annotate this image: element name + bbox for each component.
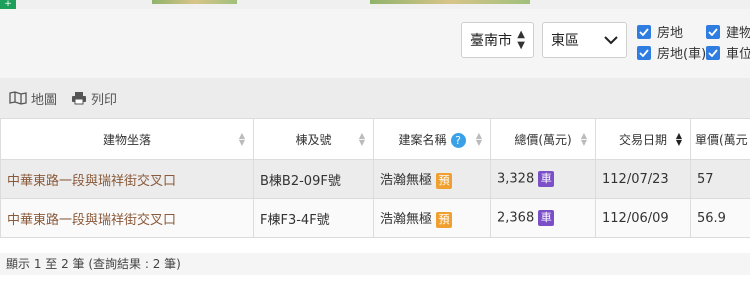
column-header-label: 交易日期 — [618, 132, 667, 147]
column-header-label: 建物坐落 — [102, 132, 151, 147]
table-row[interactable]: 中華東路一段與瑞祥街交叉口 B棟B2-09F號 浩瀚無極預 3,328 車 112… — [0, 159, 750, 199]
sort-caret-icon: ▲ ▼ — [517, 29, 525, 51]
print-button[interactable]: 列印 — [71, 89, 117, 108]
district-select[interactable]: 東區 — [542, 22, 627, 58]
sort-icon: ▲ ▼ — [580, 131, 587, 147]
date-cell: 112/07/23 — [595, 159, 691, 199]
checkbox-label: 房地(車) — [657, 47, 707, 62]
project-cell: 浩瀚無極預 — [373, 198, 491, 238]
checkbox-label: 建物 — [726, 26, 750, 41]
unit-price-cell: 56.9 — [690, 198, 750, 238]
column-header-unit-price[interactable]: 單價(萬元 — [690, 118, 750, 160]
top-strip: + — [0, 0, 750, 9]
chevron-down-icon — [604, 35, 618, 44]
checkbox-building[interactable]: 建物 — [706, 22, 750, 41]
project-cell: 浩瀚無極預 — [373, 159, 491, 199]
address-cell[interactable]: 中華東路一段與瑞祥街交叉口 — [0, 198, 254, 238]
help-icon[interactable]: ? — [450, 132, 466, 148]
column-header-project[interactable]: 建案名稱? ▲ ▼ — [373, 118, 491, 160]
price-value: 2,368 — [497, 210, 535, 226]
parking-badge: 車 — [538, 171, 555, 187]
checkbox-house-land-parking[interactable]: 房地(車) — [637, 43, 706, 62]
unit-cell: F棟F3-4F號 — [253, 198, 374, 238]
parking-badge: 車 — [538, 210, 555, 226]
city-select[interactable]: 臺南市 ▲ ▼ — [461, 22, 534, 58]
column-header-label: 棟及號 — [295, 132, 332, 147]
checkbox-house-land[interactable]: 房地 — [637, 22, 683, 41]
column-header-unit[interactable]: 棟及號 ▲ ▼ — [253, 118, 374, 160]
column-header-label: 建案名稱 — [398, 132, 447, 147]
column-header-label: 總價(萬元) — [514, 132, 572, 147]
city-select-value: 臺南市 — [470, 33, 512, 49]
column-header-label: 單價(萬元 — [695, 132, 748, 147]
transaction-table: 建物坐落 ▲ ▼ 棟及號 ▲ ▼ 建案名稱? ▲ ▼ 總價(萬元) ▲ ▼ 交易日期 ▲ ▼ 單價(… — [0, 118, 750, 238]
pre-sale-badge: 預 — [436, 172, 453, 189]
map-button[interactable]: 地圖 — [9, 89, 57, 108]
district-select-value: 東區 — [551, 33, 579, 49]
filter-bar: 臺南市 ▲ ▼ 東區 房地 房地(車) 建物 車位 — [0, 9, 750, 78]
address-cell[interactable]: 中華東路一段與瑞祥街交叉口 — [0, 159, 254, 199]
price-cell: 3,328 車 — [490, 159, 596, 199]
column-header-address[interactable]: 建物坐落 ▲ ▼ — [0, 118, 254, 160]
unit-cell: B棟B2-09F號 — [253, 159, 374, 199]
price-cell: 2,368 車 — [490, 198, 596, 238]
banner-image-fragment — [152, 0, 237, 4]
sort-icon: ▲ ▼ — [475, 131, 482, 147]
plus-icon[interactable]: + — [0, 0, 16, 9]
map-icon — [9, 91, 27, 105]
checkbox-checked-icon — [637, 45, 651, 60]
print-button-label: 列印 — [91, 92, 118, 108]
toolbar: 地圖 列印 — [0, 78, 750, 118]
table-row[interactable]: 中華東路一段與瑞祥街交叉口 F棟F3-4F號 浩瀚無極預 2,368 車 112/… — [0, 198, 750, 238]
checkbox-label: 車位 — [726, 47, 750, 62]
table-header-row: 建物坐落 ▲ ▼ 棟及號 ▲ ▼ 建案名稱? ▲ ▼ 總價(萬元) ▲ ▼ 交易日期 ▲ ▼ 單價(… — [0, 118, 750, 160]
column-header-date[interactable]: 交易日期 ▲ ▼ — [595, 118, 691, 160]
project-name: 浩瀚無極 — [380, 173, 433, 189]
sort-desc-icon: ▲ ▼ — [675, 131, 682, 147]
date-cell: 112/06/09 — [595, 198, 691, 238]
unit-price-cell: 57 — [690, 159, 750, 199]
checkbox-checked-icon — [706, 45, 720, 60]
banner-image-fragment — [370, 0, 530, 4]
results-summary: 顯示 1 至 2 筆 (查詢結果 : 2 筆) — [0, 253, 750, 275]
bottom-spacer — [0, 275, 750, 291]
sort-icon: ▲ ▼ — [358, 131, 365, 147]
pre-sale-badge: 預 — [436, 211, 453, 228]
print-icon — [72, 92, 87, 105]
map-button-label: 地圖 — [31, 92, 58, 108]
sort-icon: ▲ ▼ — [238, 131, 245, 147]
column-header-total-price[interactable]: 總價(萬元) ▲ ▼ — [490, 118, 596, 160]
checkbox-label: 房地 — [657, 26, 684, 41]
checkbox-checked-icon — [706, 24, 720, 39]
project-name: 浩瀚無極 — [380, 212, 433, 228]
checkbox-checked-icon — [637, 24, 651, 39]
checkbox-parking[interactable]: 車位 — [706, 43, 750, 62]
price-value: 3,328 — [497, 171, 535, 187]
